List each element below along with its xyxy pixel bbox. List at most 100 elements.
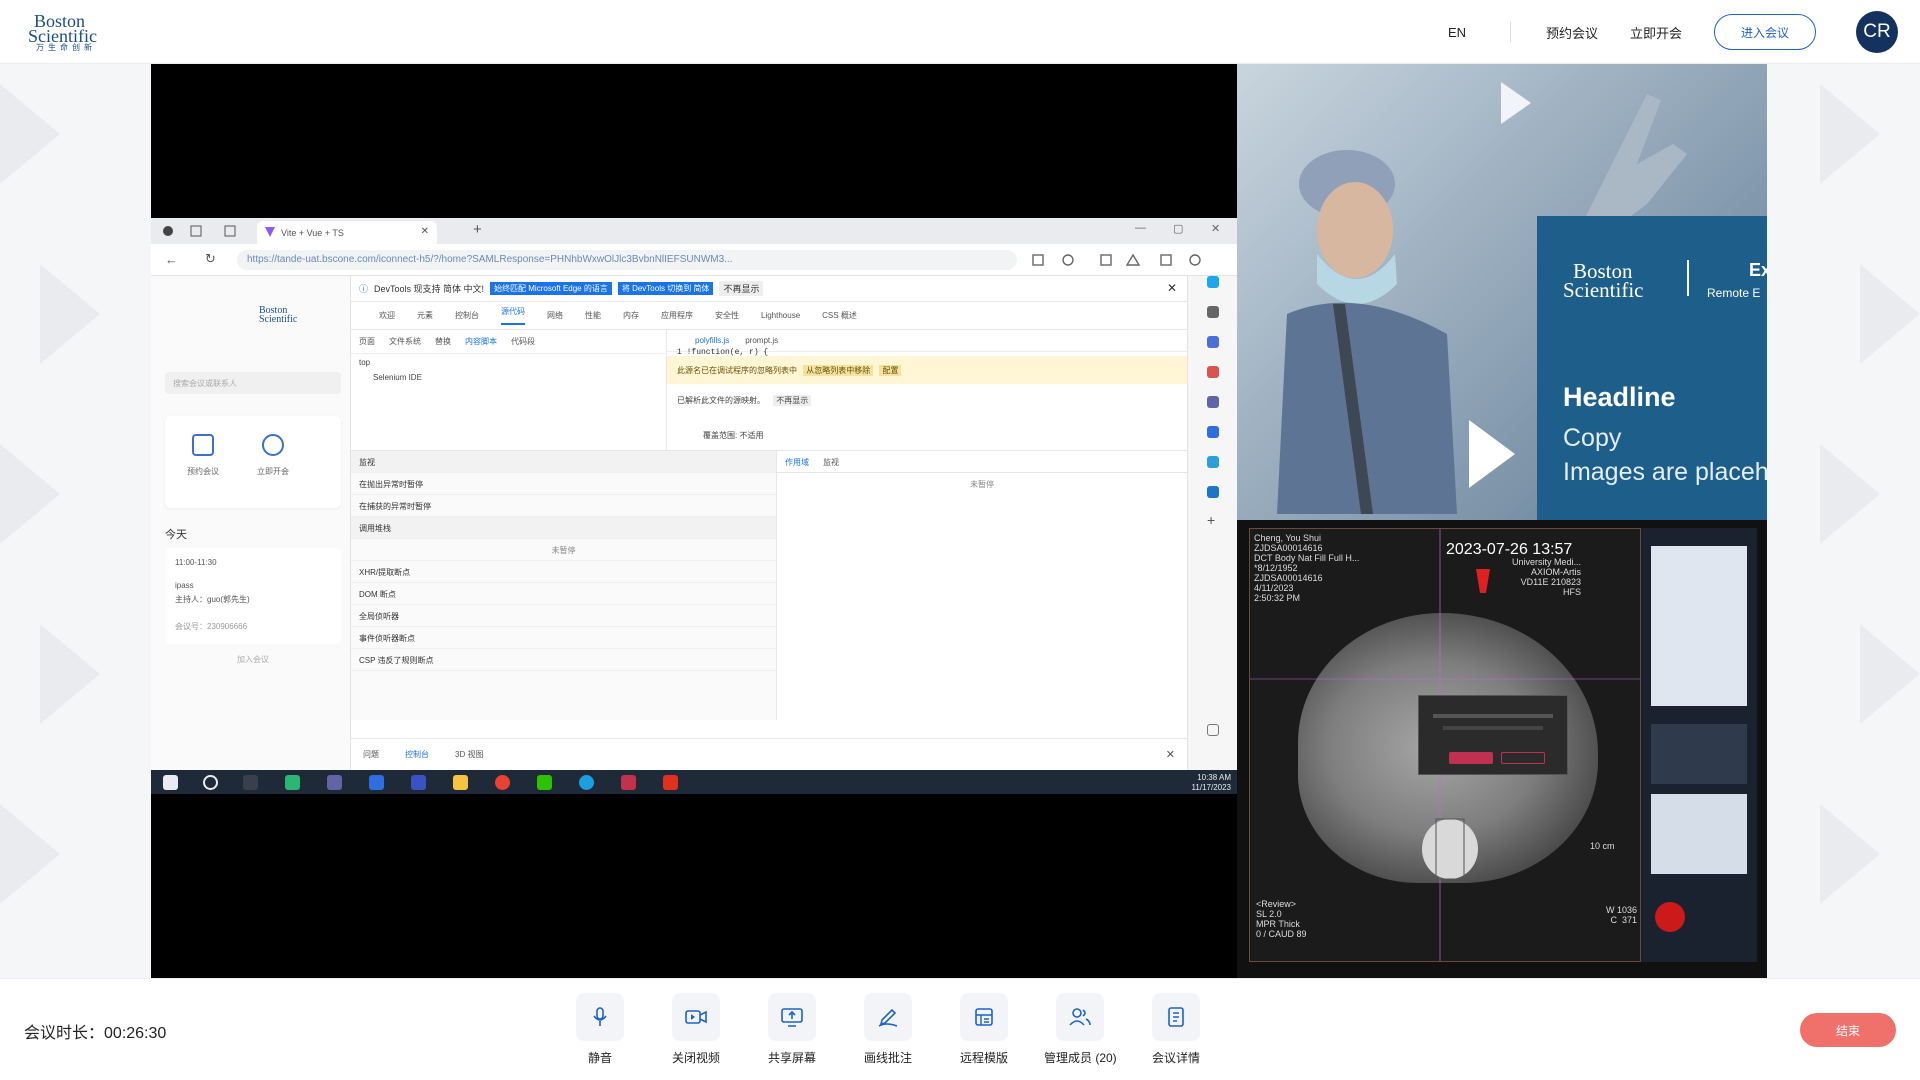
remote-template-button[interactable]: 远程模版 (948, 993, 1020, 1066)
drawer-tab[interactable]: 问题 (363, 749, 379, 760)
drawer-tab-active[interactable]: 控制台 (405, 749, 429, 760)
refresh-icon[interactable]: ↻ (205, 251, 216, 267)
add-icon[interactable]: + (1207, 512, 1215, 528)
language-switch[interactable]: EN (1448, 0, 1466, 64)
close-tab-icon[interactable]: ✕ (421, 226, 429, 237)
file-explorer-icon[interactable] (453, 775, 468, 790)
devtools-tab[interactable]: 欢迎 (379, 310, 395, 321)
sources-subtab[interactable]: 文件系统 (389, 336, 421, 347)
debug-section[interactable]: 调用堆栈 (351, 517, 776, 539)
mute-button[interactable]: 静音 (564, 993, 636, 1066)
annotate-icon (864, 993, 912, 1041)
record-icon[interactable] (1655, 902, 1685, 932)
sources-subtab[interactable]: 页面 (359, 336, 375, 347)
file-tree-top[interactable]: top (351, 354, 666, 371)
devtools-lang-switch-button[interactable]: 将 DevTools 切换到 简体 (617, 282, 714, 295)
app-join-link[interactable]: 加入会议 (165, 654, 341, 665)
close-window-icon[interactable]: ✕ (1211, 222, 1220, 235)
app-meeting-card[interactable]: 11:00-11:30 ipass 主持人：guo(郭先生) 会议号：23090… (165, 548, 341, 644)
app-tile-start[interactable]: 立即开会 (249, 434, 297, 494)
ct-dialog-cancel[interactable] (1501, 752, 1545, 764)
teams-taskbar-icon[interactable] (327, 775, 342, 790)
devtools-tab[interactable]: 网络 (547, 310, 563, 321)
debug-checkbox-row[interactable]: 在捕获的异常时暂停 (351, 495, 776, 517)
minimize-icon[interactable]: — (1135, 222, 1146, 234)
debug-section[interactable]: 事件侦听器断点 (351, 627, 776, 649)
devtools-tab-active[interactable]: 源代码 (501, 306, 525, 325)
ct-dialog-confirm[interactable] (1449, 752, 1493, 764)
sources-subtab-active[interactable]: 内容脚本 (465, 336, 497, 347)
edge-taskbar-icon[interactable] (285, 775, 300, 790)
shopping-icon[interactable] (1207, 336, 1219, 348)
search-icon[interactable] (203, 775, 218, 790)
copilot-icon[interactable] (1207, 276, 1219, 288)
devtools-tab[interactable]: 控制台 (455, 310, 479, 321)
devtools-tab[interactable]: 应用程序 (661, 310, 693, 321)
join-meeting-button[interactable]: 进入会议 (1714, 14, 1816, 50)
devtools-tab[interactable]: Lighthouse (761, 311, 800, 320)
search-icon[interactable] (1207, 306, 1219, 318)
devtools-tab[interactable]: 内存 (623, 310, 639, 321)
main-video-tile[interactable]: Vite + Vue + TS ✕ + — ▢ ✕ ← ↻ https://ta… (151, 64, 1237, 978)
settings-icon[interactable] (1207, 724, 1219, 736)
acrobat-icon[interactable] (663, 775, 678, 790)
app-taskbar-icon[interactable] (411, 775, 426, 790)
side-video-bottom[interactable]: Cheng, You Shui ZJDSA00014616 DCT Body N… (1237, 520, 1767, 978)
debug-section[interactable]: 监视 (351, 451, 776, 473)
word-icon[interactable] (1207, 486, 1219, 498)
windows-start-icon[interactable] (163, 775, 178, 790)
drop-icon[interactable] (1207, 456, 1219, 468)
end-meeting-button[interactable]: 结束 (1800, 1013, 1896, 1047)
devtools-dismiss-button[interactable]: 不再显示 (719, 281, 764, 296)
browser-taskbar-icon[interactable] (579, 775, 594, 790)
devtools-tab[interactable]: 安全性 (715, 310, 739, 321)
tools-icon[interactable] (1207, 366, 1219, 378)
devtools-tab[interactable]: 元素 (417, 310, 433, 321)
remove-from-ignore-button[interactable]: 从忽略列表中移除 (803, 365, 874, 376)
url-field[interactable]: https://tande-uat.bscone.com/iconnect-h5… (237, 250, 1017, 270)
sources-subtab[interactable]: 代码段 (511, 336, 535, 347)
browser-tab[interactable]: Vite + Vue + TS ✕ (257, 221, 437, 244)
close-drawer-icon[interactable]: ✕ (1166, 748, 1175, 761)
debug-section[interactable]: XHR/提取断点 (351, 561, 776, 583)
side-video-top[interactable]: Boston Scientific Ex Remote E Headline C… (1237, 64, 1767, 520)
devtools-lang-match-button[interactable]: 始终匹配 Microsoft Edge 的语言 (490, 282, 612, 295)
wechat-icon[interactable] (537, 775, 552, 790)
app-tile-book[interactable]: 预约会议 (179, 434, 227, 494)
file-tree-child[interactable]: Selenium IDE (351, 371, 666, 384)
editor-file-tab-active[interactable]: polyfills.js (695, 336, 729, 345)
app-search-input[interactable]: 搜索会议或联系人 (165, 372, 341, 394)
boston-scientific-logo[interactable]: Boston Scientific 万生命创新 (28, 12, 112, 52)
configure-button[interactable]: 配置 (879, 365, 902, 376)
annotate-button[interactable]: 画线批注 (852, 993, 924, 1066)
sources-subtab[interactable]: 替换 (435, 336, 451, 347)
devtools-tab[interactable]: 性能 (585, 310, 601, 321)
editor-file-tab[interactable]: prompt.js (745, 336, 778, 345)
outlook-taskbar-icon[interactable] (369, 775, 384, 790)
book-meeting-link[interactable]: 预约会议 (1546, 0, 1598, 64)
back-icon[interactable]: ← (165, 252, 178, 267)
drawer-tab[interactable]: 3D 视图 (455, 749, 483, 760)
visual-studio-icon[interactable] (621, 775, 636, 790)
scope-tab-active[interactable]: 作用域 (785, 457, 809, 467)
maximize-icon[interactable]: ▢ (1173, 222, 1183, 235)
close-icon[interactable]: ✕ (1167, 281, 1177, 295)
teams-icon[interactable] (1207, 396, 1219, 408)
sourcemap-dismiss-button[interactable]: 不再显示 (773, 395, 812, 406)
start-meeting-link[interactable]: 立即开会 (1630, 0, 1682, 64)
user-avatar[interactable]: CR (1856, 11, 1898, 53)
manage-members-button[interactable]: 管理成员 (20) (1044, 993, 1117, 1066)
devtools-tab[interactable]: CSS 概述 (822, 310, 857, 321)
debug-section[interactable]: CSP 违反了规则断点 (351, 649, 776, 671)
scope-tab[interactable]: 监视 (823, 457, 839, 467)
meeting-details-button[interactable]: 会议详情 (1140, 993, 1212, 1066)
task-view-icon[interactable] (243, 775, 258, 790)
stop-video-button[interactable]: 关闭视频 (660, 993, 732, 1066)
debug-section[interactable]: 全局侦听器 (351, 605, 776, 627)
new-tab-icon[interactable]: + (473, 221, 482, 238)
debug-checkbox-row[interactable]: 在抛出异常时暂停 (351, 473, 776, 495)
chrome-icon[interactable] (495, 775, 510, 790)
share-screen-button[interactable]: 共享屏幕 (756, 993, 828, 1066)
outlook-icon[interactable] (1207, 426, 1219, 438)
debug-section[interactable]: DOM 断点 (351, 583, 776, 605)
